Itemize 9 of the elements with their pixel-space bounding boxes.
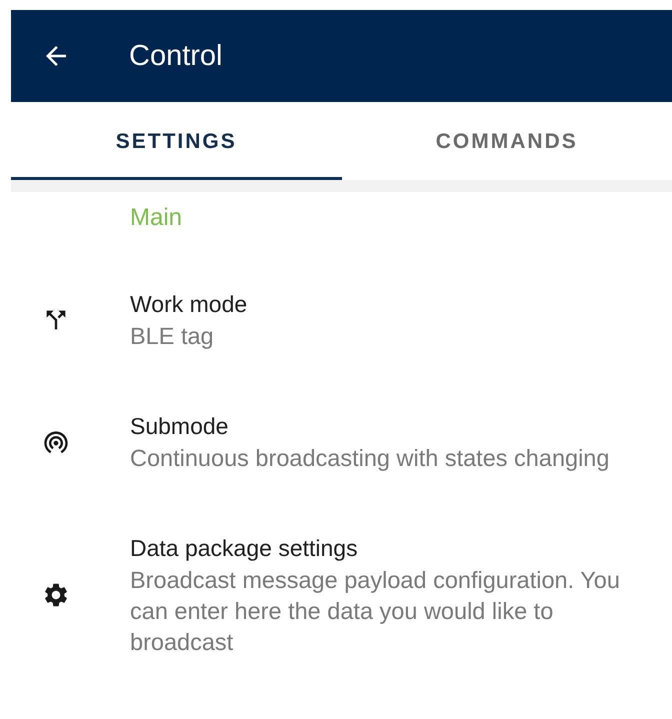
setting-title[interactable]: Data package settings: [130, 531, 642, 565]
setting-title[interactable]: Work mode: [130, 287, 642, 321]
section-title: Main: [129, 203, 184, 233]
setting-description: Continuous broadcasting with states changing: [130, 444, 610, 473]
tab[interactable]: COMMANDS: [342, 102, 672, 180]
screen-title: Control: [129, 40, 222, 72]
setting-description: Broadcast message payload configuration. You can enter here the data you would like to broadcast: [130, 566, 621, 657]
setting-title[interactable]: Submode: [130, 409, 642, 443]
setting-description: BLE tag: [130, 322, 215, 351]
